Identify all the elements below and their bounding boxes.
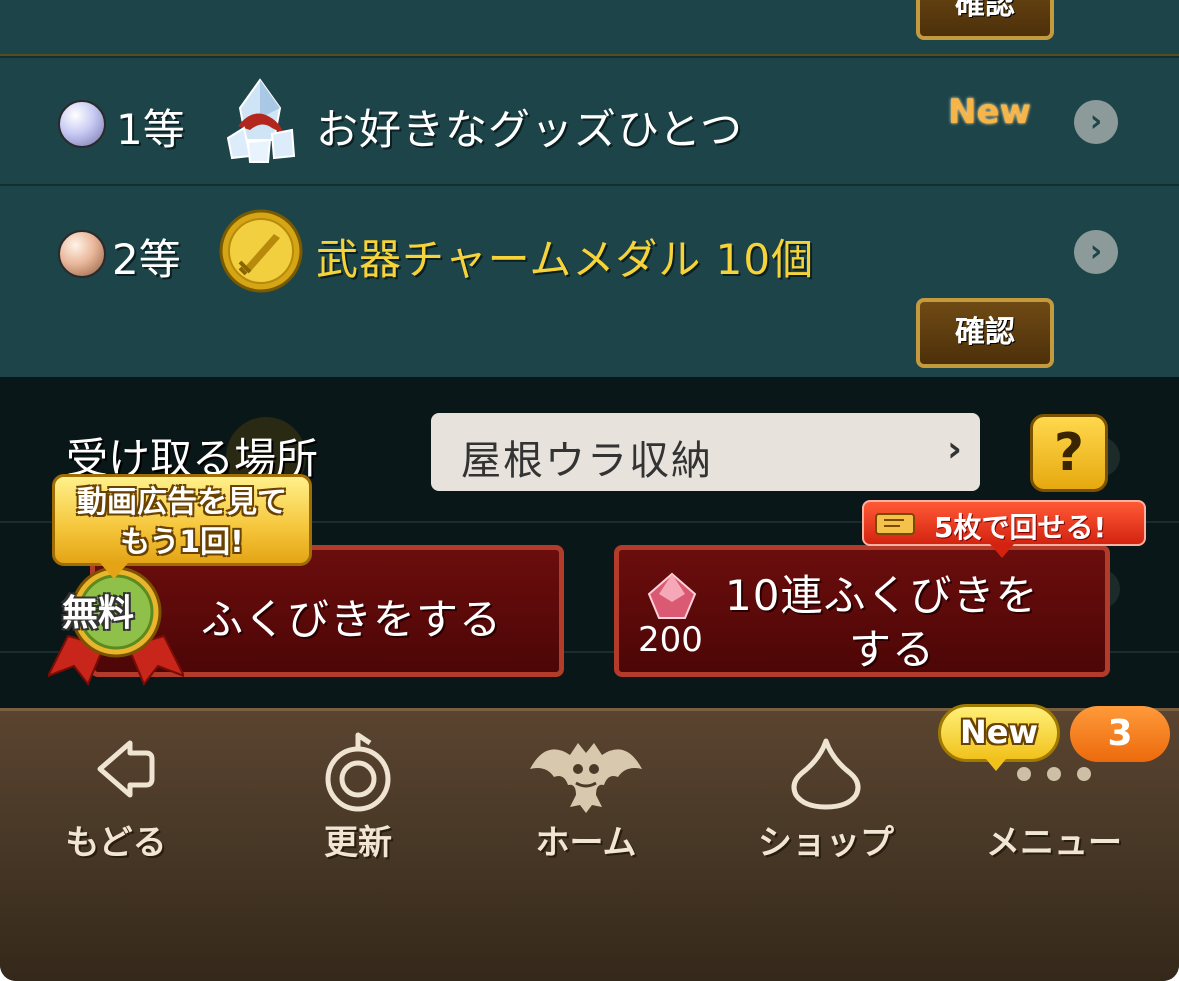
- app-screen: 確認 1等 お好きなグッズひとつ New › 2等 武器チャームメダル 10個 …: [0, 0, 1179, 981]
- gem-cost: 200: [638, 620, 703, 660]
- silver-pearl-icon: [58, 100, 106, 148]
- rank-label: 2等: [112, 235, 181, 284]
- nav-shop[interactable]: ショップ: [726, 711, 926, 891]
- chevron-right-icon[interactable]: ›: [1074, 230, 1118, 274]
- ticket-note-tag: 5枚で回せる!: [862, 500, 1146, 546]
- prize-title: お好きなグッズひとつ: [316, 105, 744, 154]
- prize-row-partial: 確認: [0, 0, 1179, 56]
- video-ad-bubble[interactable]: 動画広告を見て もう1回!: [52, 474, 312, 566]
- ticket-tip: [990, 544, 1014, 558]
- chevron-right-icon: ›: [947, 429, 962, 470]
- draw-single-label: ふくびきをする: [201, 595, 503, 644]
- nav-home[interactable]: ホーム: [486, 711, 686, 891]
- confirm-button-top[interactable]: 確認: [916, 0, 1054, 40]
- refresh-icon: [325, 732, 391, 812]
- nav-shop-label: ショップ: [758, 823, 894, 863]
- bubble-line2: もう1回!: [120, 525, 244, 560]
- confirm-button[interactable]: 確認: [916, 298, 1054, 368]
- receive-location-select[interactable]: 屋根ウラ収納 ›: [431, 413, 980, 491]
- prize-list: 確認 1等 お好きなグッズひとつ New › 2等 武器チャームメダル 10個 …: [0, 0, 1179, 377]
- nav-refresh[interactable]: 更新: [258, 711, 458, 891]
- bubble-line1: 動画広告を見て: [77, 485, 287, 520]
- draw-ten-label-line1: 10連ふくびきを: [725, 571, 1039, 620]
- free-badge-label: 無料: [62, 593, 135, 634]
- slime-shop-icon: [791, 738, 861, 810]
- receive-location-value: 屋根ウラ収納: [461, 438, 713, 484]
- more-dots-icon: [1017, 767, 1091, 781]
- nav-back[interactable]: もどる: [16, 711, 216, 891]
- back-arrow-icon: [97, 740, 155, 798]
- new-label: New: [948, 92, 1031, 132]
- badge-tip: [986, 759, 1006, 771]
- dracky-home-icon: [530, 743, 642, 813]
- crystal-goods-icon: [226, 78, 296, 163]
- gem-icon: [647, 572, 697, 619]
- draw-ten-label-line2: する: [849, 625, 936, 674]
- prize-row-rank2[interactable]: 2等 武器チャームメダル 10個 › 確認: [0, 184, 1179, 379]
- chevron-right-icon[interactable]: ›: [1074, 100, 1118, 144]
- nav-home-label: ホーム: [535, 823, 637, 863]
- rank-label: 1等: [116, 105, 185, 154]
- help-button[interactable]: ?: [1030, 414, 1108, 492]
- prize-title: 武器チャームメダル 10個: [316, 235, 815, 284]
- weapon-charm-medal-icon: [219, 209, 303, 293]
- menu-count-badge: 3: [1070, 706, 1170, 762]
- nav-menu-label: メニュー: [986, 823, 1122, 863]
- menu-new-badge: New: [938, 704, 1060, 762]
- bronze-pearl-icon: [58, 230, 106, 278]
- nav-back-label: もどる: [65, 823, 167, 863]
- ticket-icon: [875, 513, 915, 535]
- bubble-tip: [100, 563, 128, 579]
- prize-row-rank1[interactable]: 1等 お好きなグッズひとつ New ›: [0, 56, 1179, 184]
- ticket-note-text: 5枚で回せる!: [934, 511, 1107, 544]
- nav-refresh-label: 更新: [324, 823, 392, 863]
